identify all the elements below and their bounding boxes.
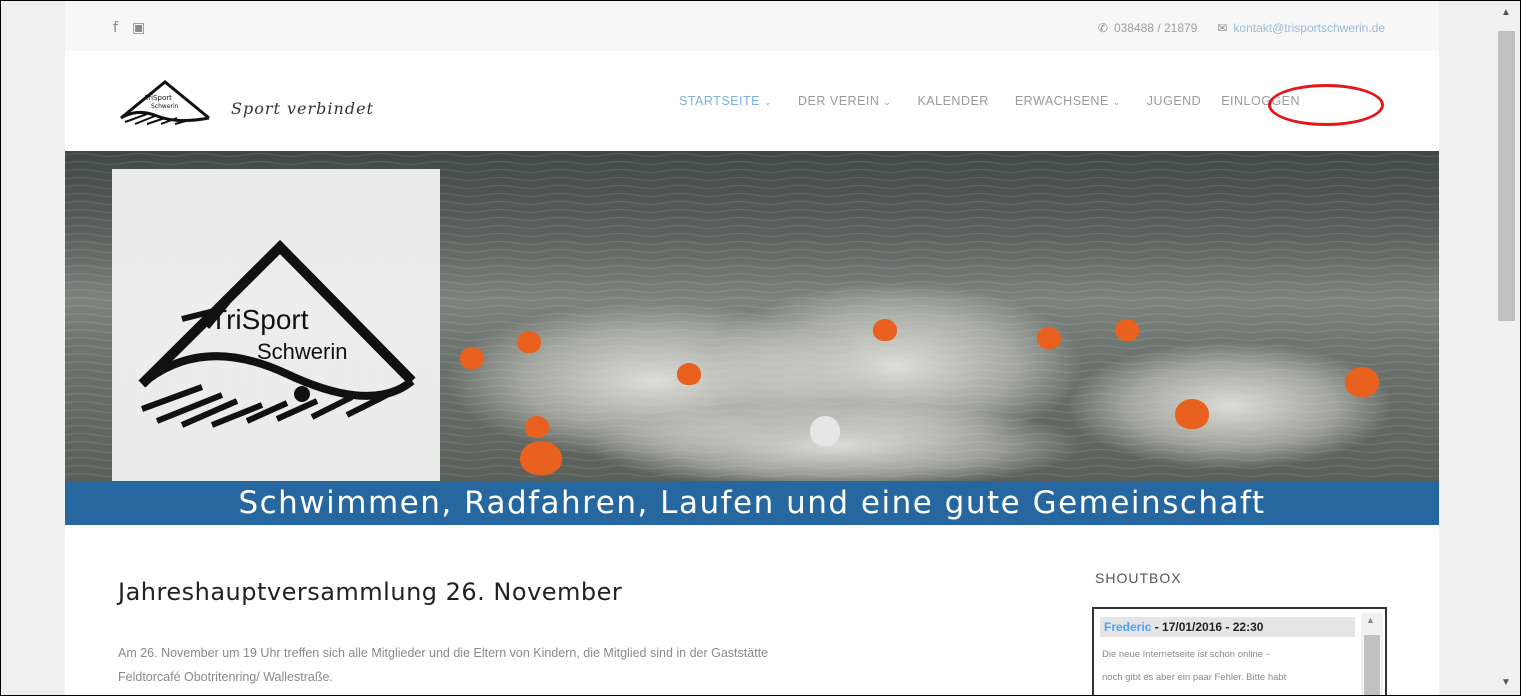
shout-meta: - 17/01/2016 - 22:30	[1151, 620, 1264, 634]
hero-logo-line-1: TriSport	[210, 304, 309, 335]
phone-number: 038488 / 21879	[1113, 21, 1198, 35]
swimmer	[520, 441, 562, 475]
nav-label: DER VEREIN	[798, 94, 880, 108]
nav-label: KALENDER	[917, 94, 989, 108]
site-logo[interactable]: TriSport Schwerin	[117, 78, 217, 126]
email-link[interactable]: kontakt@trisportschwerin.de	[1233, 21, 1385, 35]
nav-der-verein[interactable]: DER VEREIN ⌄	[798, 94, 891, 108]
site-tagline: Sport verbindet	[231, 99, 374, 118]
chevron-down-icon: ⌄	[763, 97, 772, 107]
scroll-up-icon[interactable]: ▲	[1366, 615, 1375, 625]
logo-subtext: Schwerin	[151, 103, 179, 110]
page-scrollbar[interactable]: ▲ ▼	[1491, 1, 1520, 695]
phone-icon: ✆	[1097, 21, 1108, 35]
phone-contact: ✆ 038488 / 21879	[1098, 21, 1197, 35]
swimmer	[810, 416, 840, 446]
nav-label: ERWACHSENE	[1014, 94, 1109, 108]
swimmer	[873, 319, 897, 341]
article-line: Am 26. November um 19 Uhr treffen sich a…	[118, 646, 769, 660]
article-body: Am 26. November um 19 Uhr treffen sich a…	[118, 641, 1018, 689]
nav-label: JUGEND	[1146, 94, 1202, 108]
swimmer	[517, 331, 541, 353]
shoutbox-scroll-thumb[interactable]	[1364, 635, 1380, 695]
nav-startseite[interactable]: STARTSEITE ⌄	[679, 94, 772, 108]
article-title[interactable]: Jahreshauptversammlung 26. November	[118, 578, 622, 606]
facebook-icon[interactable]: f	[113, 20, 118, 36]
swimmer	[525, 416, 549, 438]
swimmer	[1175, 399, 1209, 429]
youtube-icon[interactable]: ▣	[132, 20, 145, 36]
shout-user[interactable]: Frederic	[1104, 620, 1151, 634]
chevron-down-icon: ⌄	[883, 97, 892, 107]
nav-kalender[interactable]: KALENDER	[917, 94, 988, 108]
scroll-down-icon[interactable]: ▼	[1501, 677, 1511, 688]
shoutbox-scrollbar[interactable]: ▲	[1361, 613, 1383, 695]
logo-text: TriSport	[144, 94, 172, 102]
shout-line: noch gibt es aber ein paar Fehler. Bitte…	[1102, 672, 1287, 683]
hero-logo-line-2: Schwerin	[257, 339, 347, 364]
contact-info: ✆ 038488 / 21879 ✉ kontakt@trisportschweri…	[1098, 21, 1385, 35]
water-splash	[1065, 341, 1395, 471]
page-scroll-thumb[interactable]	[1498, 31, 1515, 321]
article-line: Feldtorcafé Obotritenring/ Wallestraße.	[118, 670, 333, 684]
hero-image: TriSport Schwerin	[65, 151, 1439, 481]
shout-header: Frederic - 17/01/2016 - 22:30	[1100, 617, 1355, 637]
mail-icon: ✉	[1217, 21, 1228, 35]
main-nav: STARTSEITE ⌄ DER VEREIN ⌄ KALENDER ERWACHS…	[679, 94, 1300, 108]
swimmer	[1037, 327, 1061, 349]
scroll-up-icon[interactable]: ▲	[1501, 7, 1511, 18]
swimmer	[1115, 319, 1139, 341]
shoutbox: Frederic - 17/01/2016 - 22:30 Die neue I…	[1092, 607, 1387, 695]
shout-line: Die neue Internetseite ist schon online …	[1102, 649, 1269, 660]
social-links: f ▣	[113, 20, 145, 36]
chevron-down-icon: ⌄	[1112, 97, 1121, 107]
browser-viewport: f ▣ ✆ 038488 / 21879 ✉ kontakt@trisportsch…	[0, 0, 1521, 696]
nav-label: STARTSEITE	[679, 94, 760, 108]
nav-jugend[interactable]: JUGEND	[1147, 94, 1201, 108]
shout-message: Die neue Internetseite ist schon online …	[1102, 643, 1354, 689]
swimmer	[1345, 367, 1379, 397]
swimmer	[460, 347, 484, 369]
hero-logo: TriSport Schwerin	[112, 169, 440, 481]
swimmer	[677, 363, 701, 385]
hero-banner: Schwimmen, Radfahren, Laufen und eine gu…	[65, 481, 1439, 525]
nav-erwachsene[interactable]: ERWACHSENE ⌄	[1015, 94, 1121, 108]
shoutbox-title: SHOUTBOX	[1095, 570, 1182, 586]
top-bar: f ▣ ✆ 038488 / 21879 ✉ kontakt@trisportsch…	[65, 1, 1439, 51]
email-contact[interactable]: ✉ kontakt@trisportschwerin.de	[1217, 21, 1385, 35]
login-highlight-circle	[1268, 84, 1384, 126]
